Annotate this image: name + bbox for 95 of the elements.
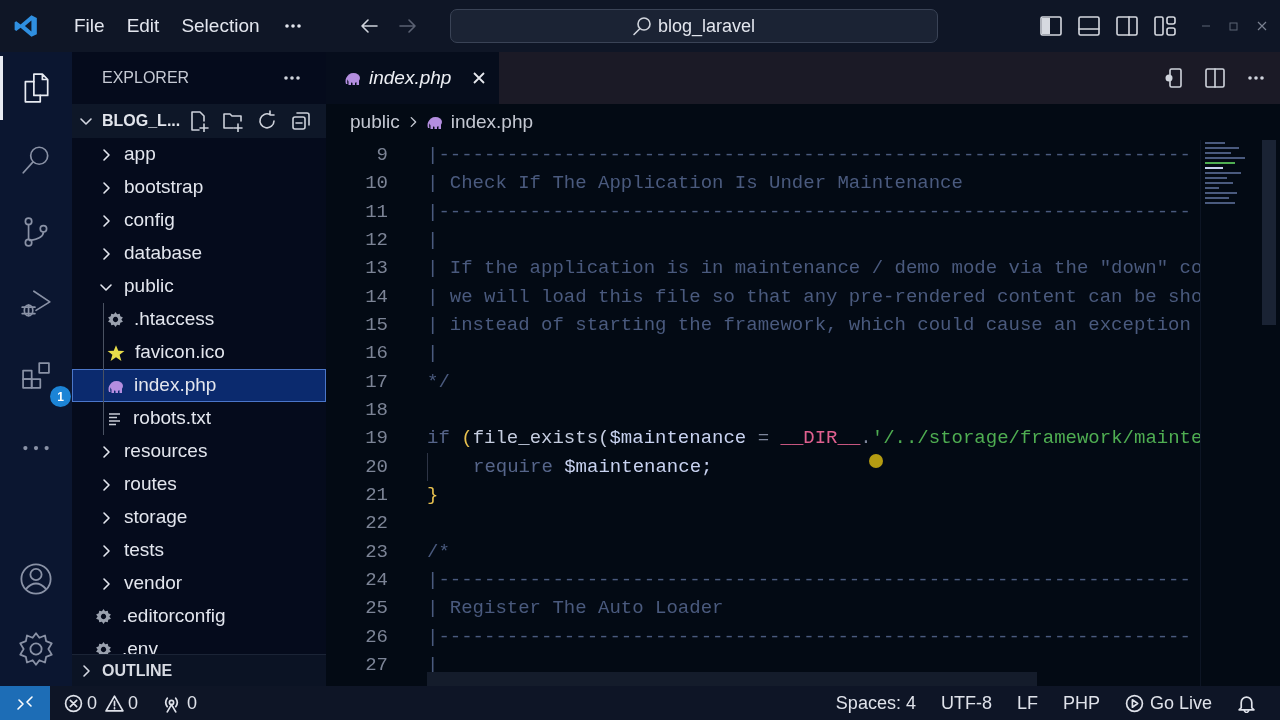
search-field[interactable]: blog_laravel (449, 9, 938, 43)
gear-icon (107, 311, 124, 328)
tree-file-row[interactable]: robots.txt (72, 402, 326, 435)
new-file-icon[interactable] (188, 110, 210, 132)
elephant-icon (344, 70, 361, 86)
line-number: 26 (364, 624, 388, 650)
scrollbar-thumb[interactable] (1262, 140, 1276, 325)
status-item[interactable]: LF (1016, 689, 1038, 717)
notification-badge: 1 (50, 386, 71, 407)
line-number: 11 (364, 199, 388, 225)
line-number: 17 (364, 369, 388, 395)
folder-name[interactable]: app (124, 140, 156, 169)
line-number: 20 (364, 454, 388, 480)
line-number: 22 (364, 511, 388, 537)
folder-name[interactable]: storage (124, 503, 188, 532)
warning-icon (105, 693, 124, 713)
line-number: 12 (364, 228, 388, 253)
code-line: | (427, 228, 439, 253)
account-icon[interactable] (18, 561, 54, 597)
gear-icon (95, 608, 112, 625)
star-icon (107, 343, 125, 362)
ports-status[interactable]: 0 (162, 689, 198, 717)
line-number: 15 (364, 312, 388, 338)
status-item[interactable]: PHP (1062, 689, 1100, 717)
code-line: } (427, 482, 439, 508)
elephant-icon (425, 114, 443, 130)
toggle-sidebar-icon[interactable] (1040, 15, 1062, 37)
code-line: /* (427, 539, 450, 565)
line-number: 16 (364, 341, 388, 367)
line-number: 27 (364, 652, 388, 678)
remote-button[interactable] (0, 686, 50, 720)
menu-item[interactable]: Selection (170, 7, 271, 45)
folder-name[interactable]: tests (124, 536, 165, 565)
status-item[interactable]: UTF-8 (940, 689, 992, 717)
tree-file-row[interactable]: index.php (72, 369, 326, 402)
toggle-secondary-sidebar-icon[interactable] (1116, 15, 1138, 37)
error-icon (64, 693, 83, 713)
line-number: 23 (364, 539, 388, 565)
menu-item[interactable]: Edit (115, 7, 171, 45)
status-item[interactable]: Spaces: 4 (835, 689, 916, 717)
code-line: require $maintenance; (473, 454, 713, 480)
back-arrow-icon[interactable] (358, 16, 381, 36)
forward-arrow-icon[interactable] (396, 16, 419, 36)
line-number: 19 (364, 426, 388, 452)
cursor-highlight (869, 454, 883, 468)
remote-icon (16, 695, 34, 711)
app-logo (13, 13, 39, 39)
code-line: | Register The Auto Loader (427, 596, 724, 622)
play-icon (1124, 693, 1144, 713)
code-line: | Check If The Application Is Under Maintenance (427, 171, 963, 197)
tree-file-row[interactable]: .editorconfig (72, 600, 326, 633)
line-number: 24 (364, 567, 388, 593)
line-number: 9 (375, 143, 388, 168)
folder-name[interactable]: config (124, 206, 175, 235)
text-lines-icon (107, 410, 123, 427)
close-icon[interactable] (471, 70, 488, 86)
extensions-icon[interactable] (22, 362, 50, 390)
new-folder-icon[interactable] (222, 110, 244, 132)
search-icon (632, 16, 652, 36)
folder-name[interactable]: vendor (124, 569, 183, 598)
go-live-button[interactable]: Go Live (1124, 689, 1212, 717)
breadcrumb-item[interactable]: index.php (425, 107, 534, 137)
line-number: 13 (364, 256, 388, 282)
toggle-panel-icon[interactable] (1078, 15, 1100, 37)
gear-icon (95, 641, 112, 654)
code-line: |------------------------------------------------------------------ (427, 143, 1191, 168)
line-number: 21 (364, 482, 388, 508)
code-line: */ (427, 369, 450, 395)
refresh-icon[interactable] (256, 110, 278, 132)
folder-name[interactable]: public (124, 272, 174, 301)
code-line: |------------------------------------------------------------------ (427, 199, 1191, 225)
tree-file-row[interactable]: .htaccess (72, 303, 326, 336)
problems-status[interactable]: 0 0 (64, 689, 139, 717)
code-line: | (427, 341, 439, 367)
folder-name[interactable]: bootstrap (124, 173, 204, 202)
line-number: 10 (364, 171, 388, 197)
settings-icon[interactable] (18, 631, 54, 667)
line-number: 18 (364, 397, 388, 423)
code-line: |------------------------------------------------------------------ (427, 624, 1191, 650)
tree-file-row[interactable]: favicon.ico (72, 336, 326, 369)
code-line: | instead of starting the framework, which could cause an exception (427, 312, 1191, 338)
folder-name[interactable]: database (124, 239, 203, 268)
breadcrumb-item[interactable]: public (350, 107, 400, 137)
editor-tab[interactable]: index.php (326, 52, 500, 104)
menu-item[interactable]: File (63, 7, 116, 45)
folder-name[interactable]: routes (124, 470, 177, 499)
split-editor-icon[interactable] (1204, 67, 1226, 89)
folder-name[interactable]: resources (124, 437, 208, 466)
bell-icon[interactable] (1237, 693, 1256, 713)
collapse-all-icon[interactable] (290, 110, 312, 132)
customize-layout-icon[interactable] (1154, 15, 1176, 37)
code-line: |------------------------------------------------------------------ (427, 567, 1191, 593)
line-number: 14 (364, 284, 388, 310)
line-number: 25 (364, 596, 388, 622)
panel-title: EXPLORER (102, 68, 190, 88)
